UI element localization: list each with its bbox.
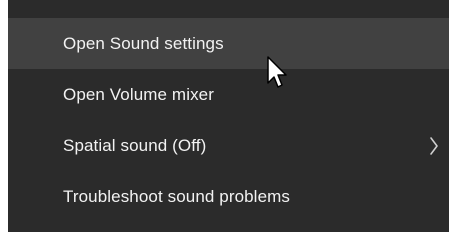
menu-item-label: Open Sound settings [63, 33, 224, 53]
menu-item-label: Spatial sound (Off) [63, 135, 207, 155]
menu-item-label: Troubleshoot sound problems [63, 186, 290, 206]
menu-item-troubleshoot-sound[interactable]: Troubleshoot sound problems [8, 171, 449, 222]
menu-item-spatial-sound[interactable]: Spatial sound (Off) [8, 120, 449, 171]
sound-context-menu: Open Sound settings Open Volume mixer Sp… [8, 0, 449, 232]
chevron-right-icon [427, 135, 441, 157]
menu-item-open-volume-mixer[interactable]: Open Volume mixer [8, 69, 449, 120]
menu-item-open-sound-settings[interactable]: Open Sound settings [8, 18, 449, 69]
menu-item-label: Open Volume mixer [63, 84, 214, 104]
